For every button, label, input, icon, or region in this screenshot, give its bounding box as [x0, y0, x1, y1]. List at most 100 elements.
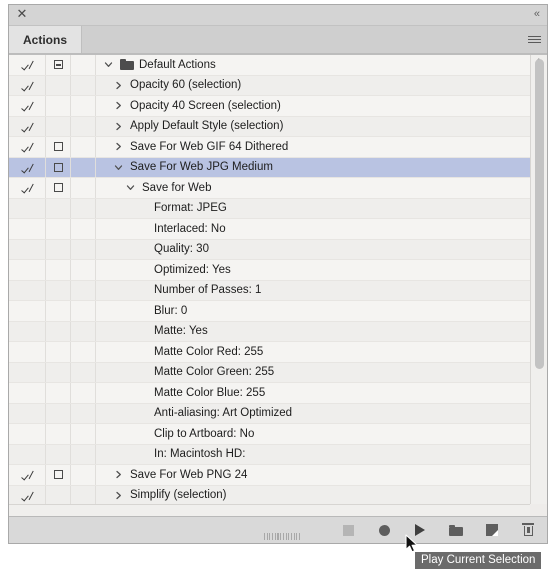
create-new-action-button[interactable] — [483, 521, 501, 539]
toggle-item-cell-empty — [9, 198, 46, 218]
toggle-dialog-checkbox[interactable] — [46, 178, 71, 198]
toggle-item-checkbox[interactable] — [9, 55, 46, 75]
scrollbar-corner — [530, 504, 547, 516]
row-content: In: Macintosh HD: — [96, 445, 530, 465]
actions-list-row[interactable]: Apply Default Style (selection) — [9, 116, 530, 137]
checkmark-icon — [22, 80, 33, 91]
chevron-right-icon[interactable] — [112, 81, 124, 90]
row-content: Matte Color Red: 255 — [96, 342, 530, 362]
actions-list-row[interactable]: Opacity 40 Screen (selection) — [9, 96, 530, 117]
create-new-set-button[interactable] — [447, 521, 465, 539]
toggle-item-cell-empty — [9, 424, 46, 444]
checkmark-icon — [22, 182, 33, 193]
toggle-dialog-checkbox[interactable] — [46, 157, 71, 177]
toggle-item-checkbox[interactable] — [9, 178, 46, 198]
toggle-item-checkbox[interactable] — [9, 485, 46, 504]
row-content: Save For Web GIF 64 Dithered — [96, 137, 530, 157]
actions-list-region: Default Actions Opacity 60 (selection) Opa… — [9, 54, 547, 516]
toggle-item-cell-empty — [9, 239, 46, 259]
resize-grip[interactable] — [264, 533, 301, 540]
row-gutter — [71, 403, 96, 423]
toggle-item-checkbox[interactable] — [9, 96, 46, 116]
actions-list-row[interactable]: Save For Web PNG 24 — [9, 465, 530, 486]
actions-list-row[interactable]: Clip to Artboard: No — [9, 424, 530, 445]
toggle-item-cell-empty — [9, 444, 46, 464]
dialog-toggle-cell-empty — [46, 198, 71, 218]
row-label: Blur: 0 — [154, 304, 188, 317]
horizontal-scrollbar[interactable] — [9, 504, 530, 516]
actions-list-row[interactable]: Format: JPEG — [9, 198, 530, 219]
close-icon[interactable]: ✕ — [15, 7, 29, 21]
dialog-box-mixed-icon — [53, 60, 63, 70]
actions-list-row[interactable]: Anti-aliasing: Art Optimized — [9, 403, 530, 424]
actions-list-row[interactable]: Simplify (selection) — [9, 485, 530, 505]
toggle-item-cell-empty — [9, 301, 46, 321]
panel-menu-hamburger-icon[interactable] — [521, 26, 547, 53]
row-gutter — [71, 342, 96, 362]
checkmark-icon — [22, 141, 33, 152]
actions-list-row[interactable]: Number of Passes: 1 — [9, 280, 530, 301]
actions-list-row[interactable]: Default Actions — [9, 55, 530, 76]
actions-list-row[interactable]: Opacity 60 (selection) — [9, 75, 530, 96]
row-content: Simplify (selection) — [96, 486, 530, 505]
toggle-item-checkbox[interactable] — [9, 157, 46, 177]
row-label: Optimized: Yes — [154, 263, 231, 276]
delete-selection-button[interactable] — [519, 521, 537, 539]
actions-list-row[interactable]: Save for Web — [9, 178, 530, 199]
toggle-item-checkbox[interactable] — [9, 75, 46, 95]
chevron-right-icon[interactable] — [112, 142, 124, 151]
toggle-item-cell-empty — [9, 321, 46, 341]
toggle-item-cell-empty — [9, 383, 46, 403]
row-gutter — [71, 383, 96, 403]
actions-list-row[interactable]: Save For Web JPG Medium — [9, 157, 530, 178]
actions-list-row[interactable]: Blur: 0 — [9, 301, 530, 322]
row-content: Anti-aliasing: Art Optimized — [96, 404, 530, 424]
toggle-item-checkbox[interactable] — [9, 137, 46, 157]
row-label: Save for Web — [142, 181, 212, 194]
checkmark-icon — [22, 121, 33, 132]
row-gutter — [71, 485, 96, 504]
checkmark-icon — [22, 469, 33, 480]
chevron-down-icon[interactable] — [112, 163, 124, 172]
row-label: Opacity 60 (selection) — [130, 79, 242, 92]
collapse-double-chevron-icon[interactable]: « — [534, 8, 540, 20]
begin-recording-button[interactable] — [375, 521, 393, 539]
row-gutter — [71, 424, 96, 444]
actions-list-row[interactable]: Save For Web GIF 64 Dithered — [9, 137, 530, 158]
chevron-down-icon[interactable] — [124, 183, 136, 192]
toggle-dialog-checkbox[interactable] — [46, 55, 71, 75]
checkmark-icon — [22, 59, 33, 70]
chevron-right-icon[interactable] — [112, 470, 124, 479]
row-label: Clip to Artboard: No — [154, 427, 255, 440]
row-gutter — [71, 444, 96, 464]
vertical-scrollbar-thumb[interactable] — [535, 59, 544, 369]
chevron-right-icon[interactable] — [112, 101, 124, 110]
trash-icon — [522, 523, 534, 537]
actions-list-row[interactable]: Interlaced: No — [9, 219, 530, 240]
toggle-item-checkbox[interactable] — [9, 116, 46, 136]
tab-actions[interactable]: Actions — [9, 26, 83, 53]
actions-list-row[interactable]: Matte Color Red: 255 — [9, 342, 530, 363]
chevron-right-icon[interactable] — [112, 491, 124, 500]
row-gutter — [71, 465, 96, 485]
toggle-dialog-checkbox[interactable] — [46, 465, 71, 485]
checkmark-icon — [22, 100, 33, 111]
chevron-down-icon[interactable] — [102, 60, 114, 69]
row-label: Matte Color Red: 255 — [154, 345, 264, 358]
folder-icon — [120, 59, 134, 71]
toggle-item-checkbox[interactable] — [9, 465, 46, 485]
actions-list-row[interactable]: Matte: Yes — [9, 321, 530, 342]
play-current-selection-button[interactable] — [411, 521, 429, 539]
actions-list-row[interactable]: In: Macintosh HD: — [9, 444, 530, 465]
vertical-scrollbar[interactable]: ⌃ — [530, 55, 547, 504]
chevron-right-icon[interactable] — [112, 122, 124, 131]
dialog-toggle-cell-empty — [46, 485, 71, 504]
tabbar-filler — [82, 26, 521, 53]
actions-list-row[interactable]: Matte Color Blue: 255 — [9, 383, 530, 404]
actions-list-row[interactable]: Optimized: Yes — [9, 260, 530, 281]
toggle-dialog-checkbox[interactable] — [46, 137, 71, 157]
actions-list-row[interactable]: Quality: 30 — [9, 239, 530, 260]
tab-actions-label: Actions — [23, 32, 68, 47]
actions-list-row[interactable]: Matte Color Green: 255 — [9, 362, 530, 383]
row-label: Simplify (selection) — [130, 489, 227, 502]
